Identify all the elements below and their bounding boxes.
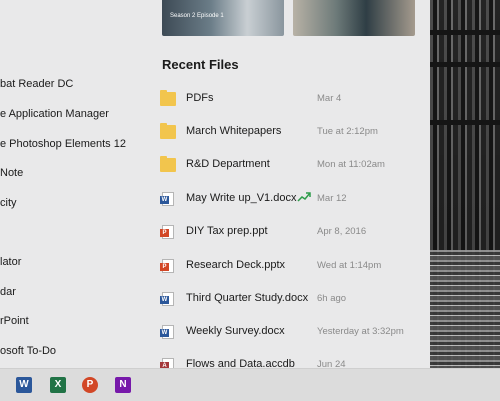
pier-beam <box>430 30 500 35</box>
file-row[interactable]: W May Write up_V1.docx Mar 12 <box>160 190 420 210</box>
file-name: Weekly Survey.docx <box>186 325 285 337</box>
file-name: DIY Tax prep.ppt <box>186 225 268 237</box>
file-row[interactable]: R&D Department Mon at 11:02am <box>160 156 420 176</box>
pier-beam <box>430 62 500 67</box>
thumbnail-caption: Season 2 Episode 1 <box>170 13 224 19</box>
video-thumbnail[interactable]: Season 2 Episode 1 <box>162 0 284 36</box>
excel-taskbar-icon[interactable]: X <box>50 377 66 393</box>
file-name: May Write up_V1.docx <box>186 192 297 204</box>
taskbar: W X P N <box>0 368 500 401</box>
word-taskbar-icon[interactable]: W <box>16 377 32 393</box>
file-row[interactable]: March Whitepapers Tue at 2:12pm <box>160 123 420 143</box>
file-name: March Whitepapers <box>186 125 282 137</box>
app-list: bat Reader DC e Application Manager e Ph… <box>0 0 150 368</box>
powerpoint-badge: P <box>160 263 169 271</box>
folder-icon <box>160 156 176 172</box>
file-time: Tue at 2:12pm <box>317 126 378 137</box>
word-doc-icon: W <box>160 325 174 339</box>
app-item-onenote[interactable]: Note <box>0 167 23 179</box>
app-item-photoshop-elements[interactable]: e Photoshop Elements 12 <box>0 138 126 150</box>
file-time: Mar 4 <box>317 93 342 104</box>
file-name: PDFs <box>186 92 214 104</box>
file-time: Apr 8, 2016 <box>317 226 367 237</box>
desktop-background <box>430 0 500 400</box>
file-time: 6h ago <box>317 293 347 304</box>
word-badge: W <box>160 196 169 204</box>
onenote-taskbar-icon[interactable]: N <box>115 377 131 393</box>
file-time: Mar 12 <box>317 193 347 204</box>
access-doc-icon: A <box>160 358 174 368</box>
word-badge: W <box>160 329 169 337</box>
file-time: Mon at 11:02am <box>317 159 385 170</box>
word-doc-icon: W <box>160 292 174 306</box>
start-menu: bat Reader DC e Application Manager e Ph… <box>0 0 430 368</box>
file-row[interactable]: PDFs Mar 4 <box>160 90 420 110</box>
app-item-calendar[interactable]: dar <box>0 286 16 298</box>
pier-beam <box>430 120 500 125</box>
word-badge: W <box>160 296 169 304</box>
folder-icon <box>160 90 176 106</box>
file-name: Research Deck.pptx <box>186 259 286 271</box>
app-item-microsoft-to-do[interactable]: osoft To-Do <box>0 345 56 357</box>
file-row[interactable]: W Third Quarter Study.docx 6h ago <box>160 290 420 310</box>
file-row[interactable]: W Weekly Survey.docx Yesterday at 3:32pm <box>160 323 420 343</box>
file-row[interactable]: P Research Deck.pptx Wed at 1:14pm <box>160 257 420 277</box>
file-time: Jun 24 <box>317 359 346 368</box>
powerpoint-doc-icon: P <box>160 225 174 239</box>
folder-icon <box>160 123 176 139</box>
trending-icon <box>297 192 311 202</box>
app-item-powerpoint[interactable]: rPoint <box>0 315 29 327</box>
word-doc-icon: W <box>160 192 174 206</box>
app-item-acrobat-reader[interactable]: bat Reader DC <box>0 78 73 90</box>
file-name: R&D Department <box>186 158 270 170</box>
recent-files-heading: Recent Files <box>162 57 239 72</box>
powerpoint-badge: P <box>160 229 169 237</box>
app-item-application-manager[interactable]: e Application Manager <box>0 108 109 120</box>
powerpoint-taskbar-icon[interactable]: P <box>82 377 98 393</box>
photo-thumbnail[interactable] <box>293 0 415 36</box>
app-item-calculator[interactable]: lator <box>0 256 21 268</box>
file-time: Wed at 1:14pm <box>317 260 382 271</box>
file-name: Third Quarter Study.docx <box>186 292 309 304</box>
file-time: Yesterday at 3:32pm <box>317 326 404 337</box>
powerpoint-doc-icon: P <box>160 259 174 273</box>
file-row[interactable]: A Flows and Data.accdb Jun 24 <box>160 356 420 368</box>
app-item-publicity[interactable]: city <box>0 197 17 209</box>
file-row[interactable]: P DIY Tax prep.ppt Apr 8, 2016 <box>160 223 420 243</box>
file-name: Flows and Data.accdb <box>186 358 295 368</box>
